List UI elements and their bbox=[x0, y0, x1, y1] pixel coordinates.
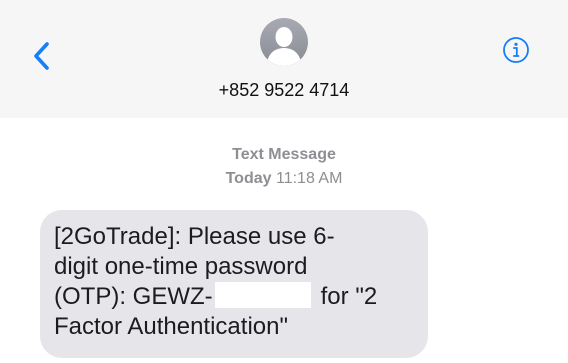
message-line: Factor Authentication" bbox=[54, 313, 288, 340]
chevron-left-icon bbox=[34, 42, 49, 70]
conversation-header: +852 9522 4714 bbox=[0, 0, 568, 118]
message-type-label: Text Message bbox=[232, 146, 336, 163]
message-line-suffix: for "2 bbox=[320, 283, 378, 310]
message-line: (OTP): GEWZ-for "2 bbox=[54, 282, 424, 312]
person-silhouette-icon bbox=[266, 27, 302, 66]
timestamp-time: 11:18 AM bbox=[275, 170, 343, 187]
back-button[interactable] bbox=[30, 40, 54, 72]
message-timestamp: Today 11:18 AM bbox=[0, 168, 568, 190]
info-circle-icon bbox=[503, 37, 529, 63]
otp-redaction bbox=[214, 282, 311, 308]
contact-avatar[interactable] bbox=[260, 18, 308, 66]
info-button[interactable] bbox=[502, 36, 530, 64]
message-line: digit one-time password bbox=[54, 253, 308, 280]
message-line: [2GoTrade]: Please use 6- bbox=[54, 223, 335, 250]
otp-prefix: (OTP): GEWZ- bbox=[54, 283, 213, 310]
message-text: [2GoTrade]: Please use 6- digit one-time… bbox=[54, 222, 424, 342]
contact-number[interactable]: +852 9522 4714 bbox=[0, 80, 568, 101]
timestamp-day: Today bbox=[225, 170, 272, 187]
